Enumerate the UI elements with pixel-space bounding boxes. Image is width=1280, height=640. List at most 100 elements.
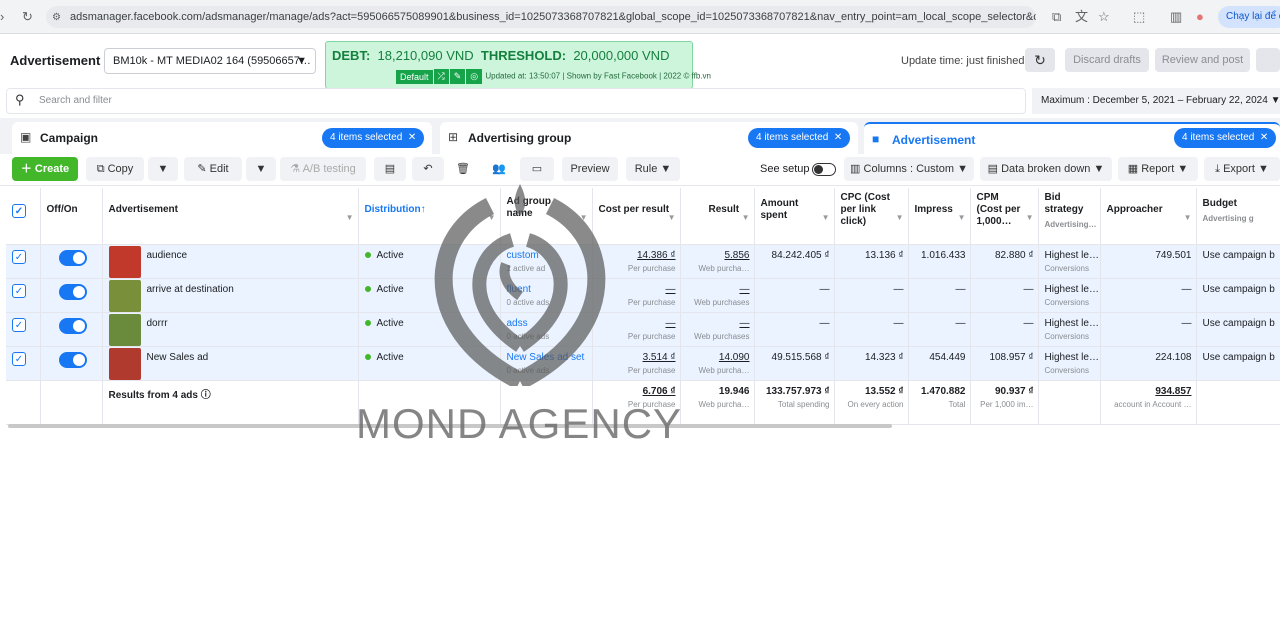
totals-approacher[interactable]: 934.857 [1155,386,1191,397]
ad-name[interactable]: New Sales ad [147,352,209,363]
edit-icon[interactable]: ✎ [449,69,466,84]
create-button[interactable]: ＋ Create [12,157,78,181]
close-icon[interactable]: ✕ [1260,128,1268,148]
row-select-cell[interactable]: ✓ [6,312,41,347]
tab-campaign[interactable]: ▣ Campaign 4 items selected ✕ [12,122,432,154]
export-button[interactable]: ⤓ Export ▼ [1204,157,1280,181]
address-bar[interactable]: adsmanager.facebook.com/adsmanager/manag… [46,6,1036,28]
bookmark-icon[interactable]: ☆ [1098,8,1110,26]
result-cell: 5.856 Web purcha… [680,244,755,279]
column-bid-strategy[interactable]: Bid strategy Advertising… [1038,188,1101,245]
selected-pill[interactable]: 4 items selected ✕ [748,128,851,148]
on-off-toggle[interactable] [58,283,87,300]
ad-name-cell[interactable]: New Sales ad [102,346,359,381]
reload-icon[interactable]: ↻ [22,8,33,26]
profile-icon[interactable]: ● [1196,8,1204,26]
on-off-toggle[interactable] [58,351,87,368]
column-off-on[interactable]: Off/On [40,188,103,245]
sidepanel-icon[interactable]: ▥ [1170,8,1182,26]
cost-per-result[interactable]: 14.386 ₫ [637,250,676,261]
shuffle-icon[interactable]: ⤮ [433,69,449,84]
column-cpm[interactable]: CPM (Cost per 1,000… ▼ [970,188,1039,245]
rule-button[interactable]: Rule ▼ [626,157,680,181]
selected-pill[interactable]: 4 items selected ✕ [1174,128,1277,148]
cost-per-result[interactable]: 3.514 ₫ [643,352,676,363]
install-icon[interactable]: ⧉ [1052,8,1061,26]
ad-name-cell[interactable]: dorrr [102,312,359,347]
copy-dropdown[interactable]: ▼ [148,157,178,181]
row-select-cell[interactable]: ✓ [6,244,41,279]
review-post-button[interactable]: Review and post [1155,48,1250,72]
row-select-cell[interactable]: ✓ [6,346,41,381]
report-button[interactable]: ▦ Report ▼ [1118,157,1198,181]
ad-name[interactable]: dorrr [147,318,168,329]
ad-name-cell[interactable]: audience [102,244,359,279]
close-icon[interactable]: ✕ [408,128,416,148]
translate-icon[interactable]: 文 [1075,8,1088,26]
tab-advertisement[interactable]: ■ Advertisement 4 items selected ✕ [864,122,1280,154]
on-off-toggle[interactable] [58,317,87,334]
account-selector[interactable]: BM10k - MT MEDIA02 164 (59506657… ▼ [104,48,316,74]
column-impress[interactable]: Impress ▼ [908,188,971,245]
selected-pill[interactable]: 4 items selected ✕ [322,128,425,148]
table-row[interactable]: ✓ dorrr Active adss 0 active ads — Per purchas… [6,312,1280,347]
bid-strategy-sub: Conversions [1044,365,1089,375]
row-select-cell[interactable]: ✓ [6,278,41,313]
column-advertisement[interactable]: Advertisement ▼ [102,188,359,245]
cost-per-result[interactable]: — [666,318,676,329]
result[interactable]: 14.090 [719,352,750,363]
totals-cpr[interactable]: 6.706 ₫ [643,386,676,397]
breakdown-button[interactable]: ▤ Data broken down ▼ [980,157,1112,181]
more-button[interactable] [1256,48,1280,72]
sort-icon: ▼ [345,213,354,222]
check-icon[interactable]: ✓ [12,283,26,298]
cost-per-result[interactable]: — [666,284,676,295]
update-time: Update time: just finished [901,55,1025,67]
column-cpc[interactable]: CPC (Cost per link click) ▼ [834,188,909,245]
check-icon[interactable]: ✓ [12,317,26,332]
sort-icon: ▼ [667,213,676,222]
ad-name-cell[interactable]: arrive at destination [102,278,359,313]
date-range-picker[interactable]: Maximum : December 5, 2021 – February 22… [1032,88,1280,114]
refresh-button[interactable]: ↻ [1025,48,1055,72]
site-info-icon[interactable]: ⚙ [52,9,61,27]
on-off-toggle[interactable] [58,249,87,266]
forward-icon[interactable]: › [0,8,4,26]
ab-testing-button[interactable]: ⚗ A/B testing [280,157,366,181]
search-input[interactable]: ⚲ Search and filter [6,88,1026,114]
table-row[interactable]: ✓ arrive at destination Active fluent 0 acti… [6,278,1280,313]
edit-button[interactable]: ✎ Edit [184,157,242,181]
ad-icon: ■ [872,132,880,146]
table-row[interactable]: ✓ New Sales ad Active New Sales ad set 0 act… [6,346,1280,381]
result[interactable]: — [740,318,750,329]
check-icon[interactable]: ✓ [12,351,26,366]
check-icon[interactable]: ✓ [12,204,26,218]
discard-drafts-button[interactable]: Discard drafts [1065,48,1149,72]
clipboard-button[interactable]: ▤ [374,157,406,181]
budget: Use campaign b [1202,249,1275,261]
close-icon[interactable]: ✕ [834,128,842,148]
edit-dropdown[interactable]: ▼ [246,157,276,181]
ad-name[interactable]: arrive at destination [147,284,234,295]
result[interactable]: 5.856 [724,250,749,261]
sort-icon: ▼ [957,213,966,222]
copy-button[interactable]: ⧉ Copy [86,157,144,181]
tab-ad-group[interactable]: ⊞ Advertising group 4 items selected ✕ [440,122,858,154]
result[interactable]: — [740,284,750,295]
relaunch-button[interactable]: Chạy lại để c [1218,6,1280,28]
columns-button[interactable]: ▥ Columns : Custom ▼ [844,157,974,181]
default-dropdown[interactable]: Default [396,69,433,84]
column-budget[interactable]: Budget Advertising g [1196,188,1280,245]
column-approacher[interactable]: Approacher ▼ [1100,188,1197,245]
extensions-icon[interactable]: ⬚ [1133,8,1145,26]
column-amount-spent[interactable]: Amount spent ▼ [754,188,835,245]
select-all-cell[interactable]: ✓ [6,188,41,245]
hide-icon[interactable]: ◎ [466,69,483,84]
column-result[interactable]: Result ▼ [680,188,755,245]
browser-toolbar: › ↻ adsmanager.facebook.com/adsmanager/m… [0,0,1280,34]
info-icon[interactable]: ⓘ [201,390,211,401]
check-icon[interactable]: ✓ [12,249,26,264]
table-row[interactable]: ✓ audience Active custom 1 active ad 14.386 ₫… [6,244,1280,279]
see-setup-toggle[interactable] [812,163,836,176]
ad-name[interactable]: audience [147,250,188,261]
